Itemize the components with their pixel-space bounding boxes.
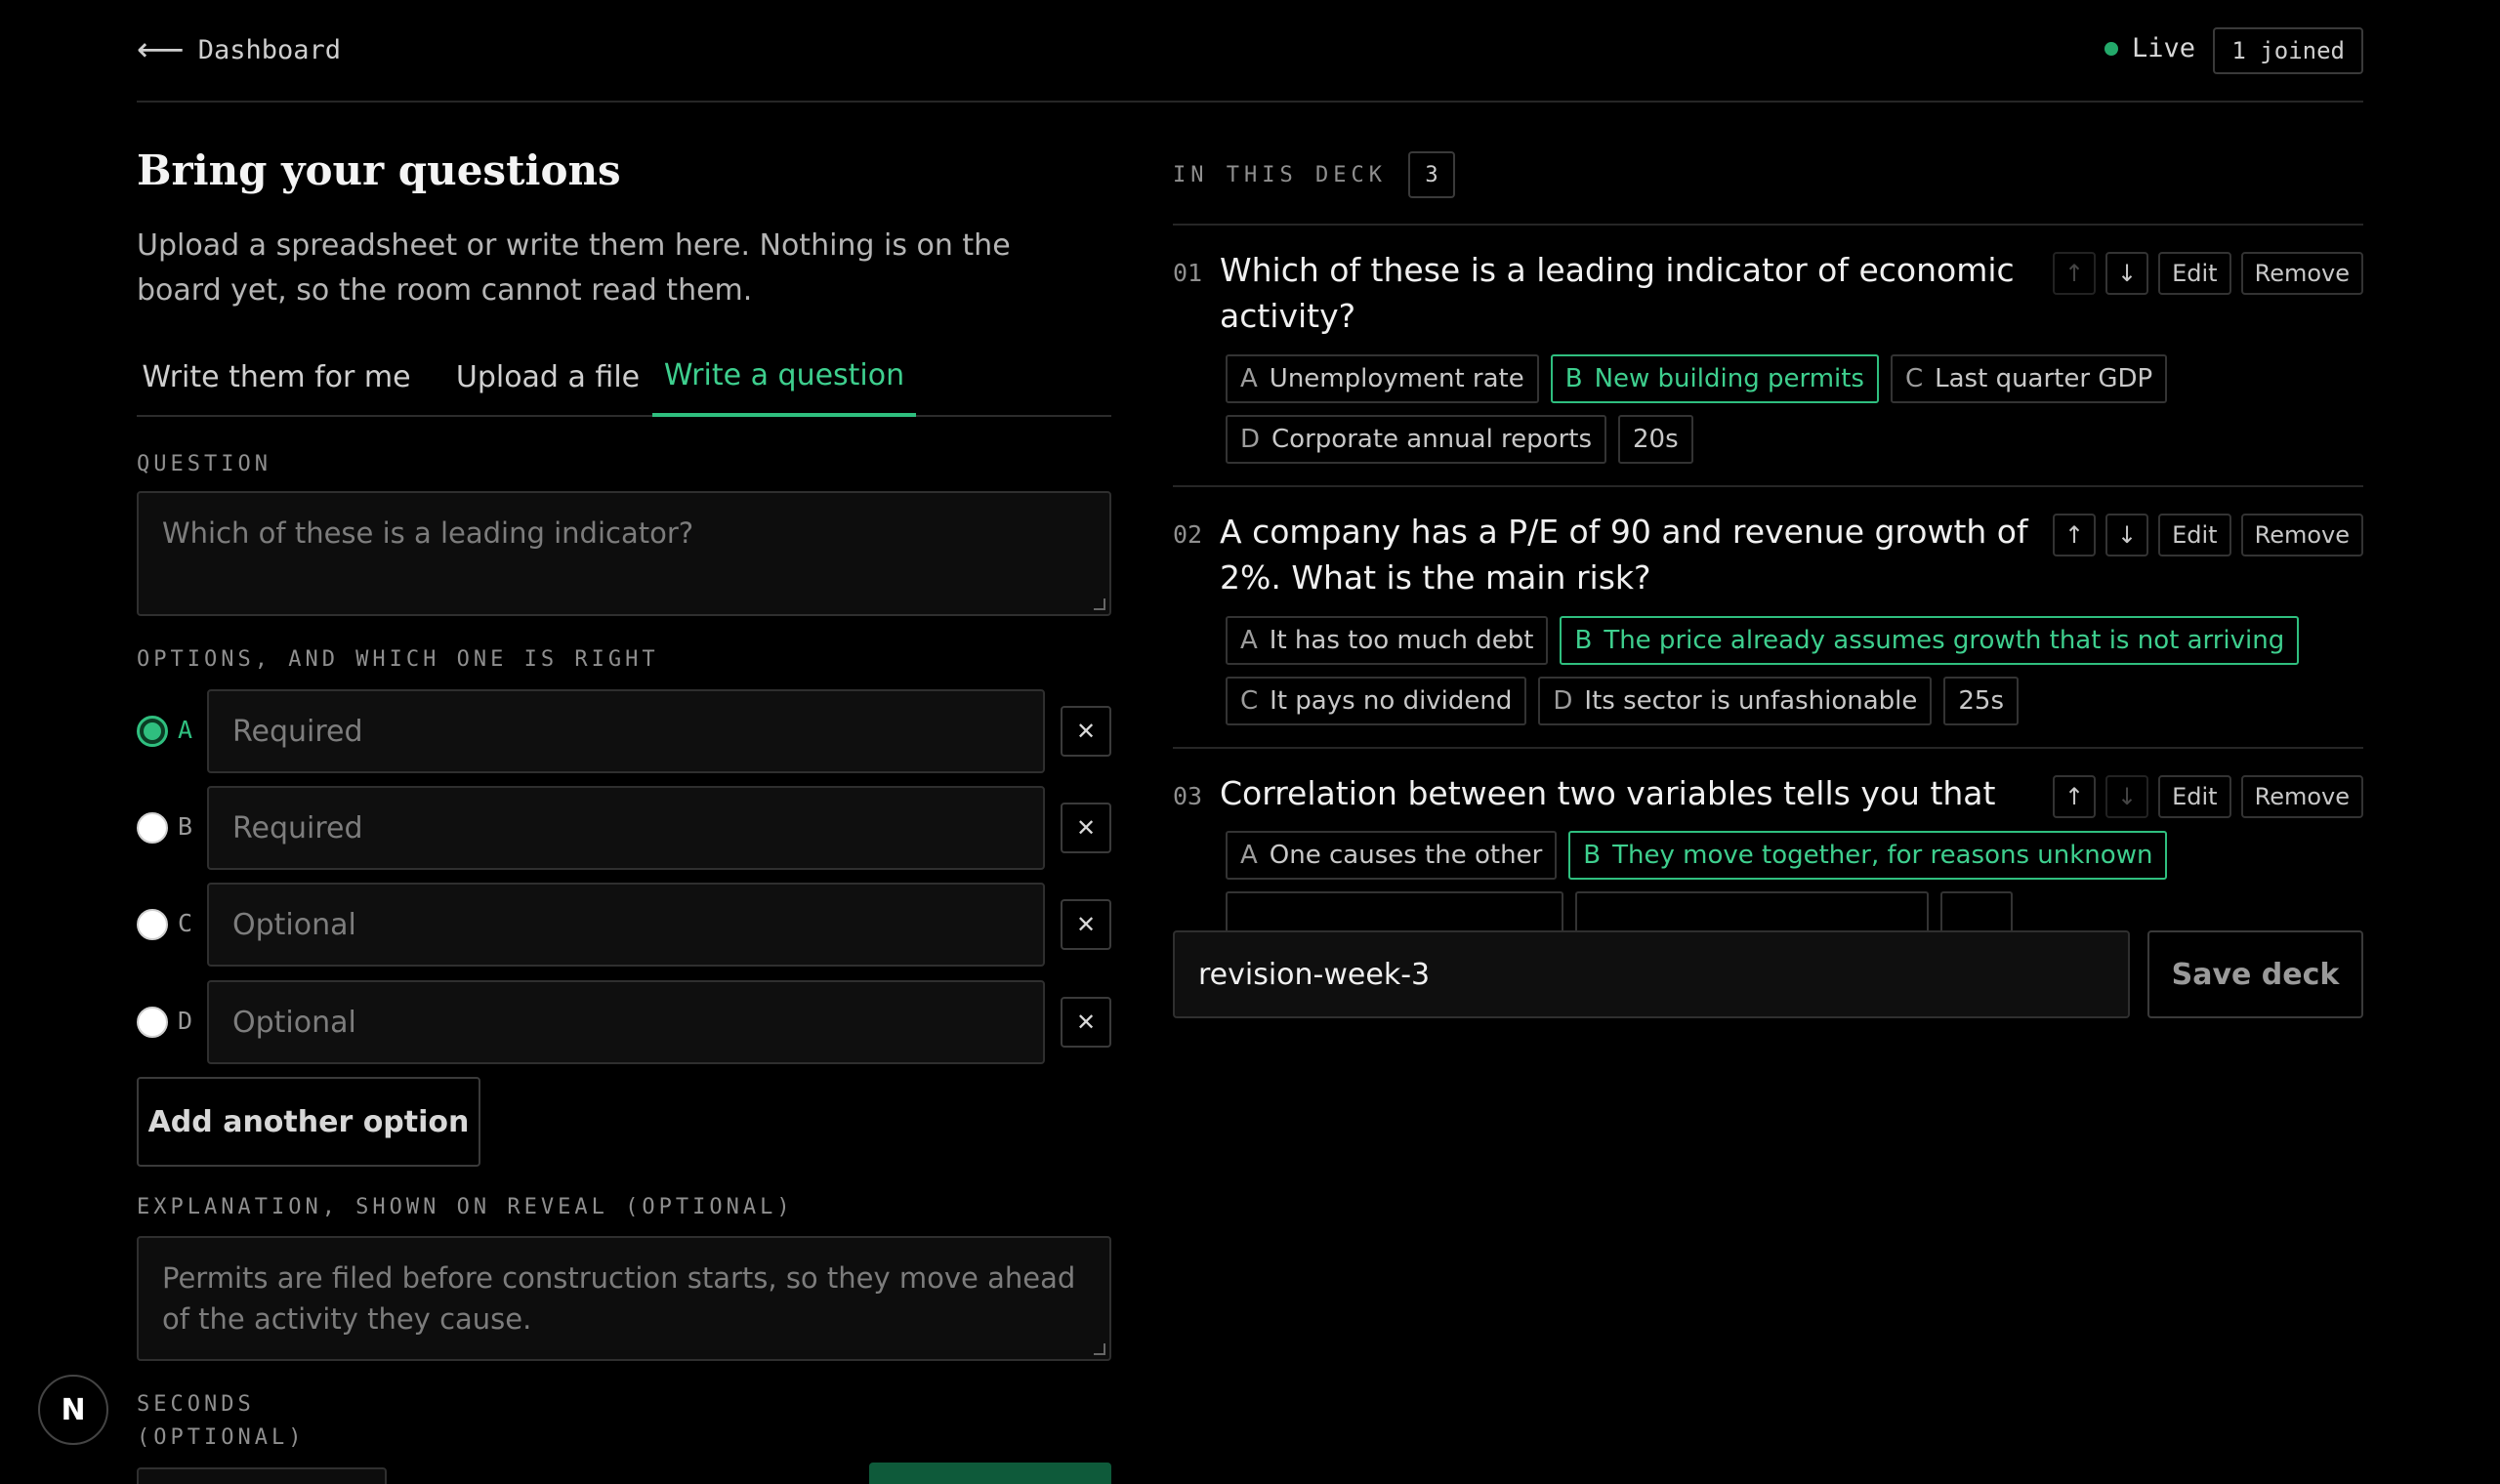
option-a-radio[interactable] (137, 716, 168, 747)
answer-chips: A It has too much debt B The price already… (1226, 616, 2300, 737)
close-icon: ✕ (1075, 814, 1097, 842)
resize-grip-icon[interactable] (1094, 598, 1105, 610)
remove-button[interactable]: Remove (2240, 514, 2363, 556)
explanation-label: EXPLANATION, SHOWN ON REVEAL (OPTIONAL) (137, 1195, 794, 1219)
page-subtitle: Upload a spreadsheet or write them here.… (137, 228, 1011, 308)
move-down-button[interactable]: ↓ (2105, 514, 2149, 556)
move-up-button[interactable]: ↑ (2053, 775, 2097, 818)
deck-header: IN THIS DECK 3 (1173, 151, 1455, 198)
option-row-c: C Optional ✕ (137, 883, 1111, 967)
explanation-textarea[interactable]: Permits are filed before construction st… (137, 1236, 1111, 1361)
question-number: 01 (1173, 259, 1203, 287)
option-c-letter: C (178, 909, 193, 937)
correct-answer-chip: B New building permits (1550, 354, 1879, 403)
correct-answer-chip: B They move together, for reasons unknown (1568, 831, 2168, 880)
add-option-button[interactable]: Add another option (137, 1077, 480, 1167)
option-c-radio[interactable] (137, 909, 168, 940)
seconds-chip: 25s (1943, 677, 2019, 725)
add-question-button[interactable] (869, 1463, 1111, 1484)
top-bar: ⟵ Dashboard Live 1 joined (137, 0, 2363, 103)
back-arrow-icon: ⟵ (137, 30, 185, 69)
page-title: Bring your questions (137, 146, 621, 194)
option-d-letter: D (178, 1007, 193, 1035)
deck-question-list[interactable]: 01 Which of these is a leading indicator… (1173, 224, 2363, 1009)
live-status: Live (2104, 33, 2195, 63)
answer-chip: A It has too much debt (1226, 616, 1549, 665)
explanation-placeholder: Permits are filed before construction st… (162, 1261, 1076, 1336)
option-d-input[interactable]: Optional (207, 980, 1045, 1064)
save-deck-button[interactable]: Save deck (2147, 930, 2363, 1018)
option-row-a: A Required ✕ (137, 689, 1111, 773)
move-down-button[interactable]: ↓ (2105, 775, 2149, 818)
edit-button[interactable]: Edit (2158, 775, 2231, 818)
deck-label: IN THIS DECK (1173, 162, 1387, 187)
remove-button[interactable]: Remove (2240, 775, 2363, 818)
answer-chip: C Last quarter GDP (1890, 354, 2168, 403)
question-label: QUESTION (137, 452, 271, 476)
deck-question-card: 01 Which of these is a leading indicator… (1173, 224, 2363, 485)
live-label: Live (2131, 33, 2195, 63)
answer-chip: A Unemployment rate (1226, 354, 1539, 403)
move-down-button[interactable]: ↓ (2105, 252, 2149, 295)
close-icon: ✕ (1075, 911, 1097, 938)
remove-option-a-button[interactable]: ✕ (1061, 706, 1111, 757)
tab-write-a-question[interactable]: Write a question (652, 337, 916, 417)
seconds-label: SECONDS (137, 1392, 255, 1417)
question-tools: ↑ ↓ Edit Remove (2053, 252, 2363, 295)
question-tools: ↑ ↓ Edit Remove (2053, 775, 2363, 818)
seconds-input[interactable] (137, 1467, 387, 1484)
answer-chip: D Its sector is unfashionable (1538, 677, 1933, 725)
seconds-chip: 20s (1618, 415, 1693, 464)
question-tools: ↑ ↓ Edit Remove (2053, 514, 2363, 556)
remove-option-b-button[interactable]: ✕ (1061, 803, 1111, 853)
remove-option-d-button[interactable]: ✕ (1061, 997, 1111, 1048)
answer-chip: A One causes the other (1226, 831, 1558, 880)
back-to-dashboard-link[interactable]: ⟵ Dashboard (137, 33, 341, 66)
n-logo-icon[interactable]: N (38, 1375, 108, 1445)
tab-write-them-for-me[interactable]: Write them for me (137, 337, 416, 417)
option-row-b: B Required ✕ (137, 786, 1111, 870)
tab-upload-a-file[interactable]: Upload a file (416, 337, 680, 417)
move-up-button[interactable]: ↑ (2053, 514, 2097, 556)
question-text: A company has a P/E of 90 and revenue gr… (1220, 513, 2028, 597)
back-label: Dashboard (197, 34, 342, 65)
seconds-label-optional: (OPTIONAL) (137, 1425, 306, 1450)
option-a-input[interactable]: Required (207, 689, 1045, 773)
question-placeholder: Which of these is a leading indicator? (162, 516, 694, 550)
option-a-letter: A (178, 716, 193, 744)
live-dot-icon (2104, 41, 2118, 56)
close-icon: ✕ (1075, 718, 1097, 745)
compose-tabs: Write them for me Upload a file Write a … (137, 337, 1111, 417)
remove-option-c-button[interactable]: ✕ (1061, 899, 1111, 950)
answer-chip: C It pays no dividend (1226, 677, 1527, 725)
answer-chip: D Corporate annual reports (1226, 415, 1607, 464)
option-row-d: D Optional ✕ (137, 980, 1111, 1064)
edit-button[interactable]: Edit (2158, 252, 2231, 295)
move-up-button[interactable]: ↑ (2053, 252, 2097, 295)
question-text: Which of these is a leading indicator of… (1220, 251, 2015, 335)
option-c-input[interactable]: Optional (207, 883, 1045, 967)
edit-button[interactable]: Edit (2158, 514, 2231, 556)
option-b-radio[interactable] (137, 812, 168, 844)
deck-name-input[interactable]: revision-week-3 (1173, 930, 2130, 1018)
question-textarea[interactable]: Which of these is a leading indicator? (137, 491, 1111, 616)
option-d-radio[interactable] (137, 1007, 168, 1038)
deck-question-card: 02 A company has a P/E of 90 and revenue… (1173, 485, 2363, 747)
deck-count-badge: 3 (1407, 151, 1455, 198)
options-label: OPTIONS, AND WHICH ONE IS RIGHT (137, 647, 659, 672)
joined-count-badge: 1 joined (2213, 27, 2363, 74)
question-number: 02 (1173, 520, 1203, 549)
close-icon: ✕ (1075, 1009, 1097, 1036)
answer-chips: A Unemployment rate B New building permits… (1226, 354, 2300, 475)
question-number: 03 (1173, 782, 1203, 810)
question-text: Correlation between two variables tells … (1220, 774, 1996, 812)
option-b-letter: B (178, 812, 193, 841)
option-b-input[interactable]: Required (207, 786, 1045, 870)
correct-answer-chip: B The price already assumes growth that i… (1560, 616, 2300, 665)
resize-grip-icon[interactable] (1094, 1343, 1105, 1355)
remove-button[interactable]: Remove (2240, 252, 2363, 295)
